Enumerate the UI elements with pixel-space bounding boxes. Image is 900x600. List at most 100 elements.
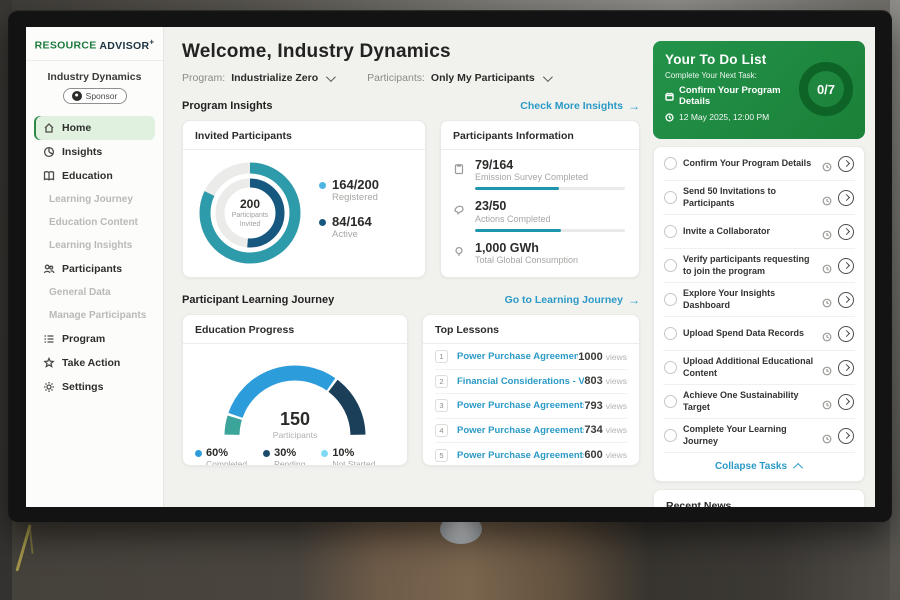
task-chevron-button[interactable] xyxy=(838,326,854,342)
task-checkbox[interactable] xyxy=(664,293,677,306)
legend-active: 84/164 Active xyxy=(319,215,379,240)
task-checkbox[interactable] xyxy=(664,429,677,442)
task-label: Complete Your Learning Journey xyxy=(683,424,816,447)
sponsor-label: Sponsor xyxy=(86,91,118,101)
task-label: Achieve One Sustainability Target xyxy=(683,390,816,413)
todo-task-row[interactable]: Confirm Your Program Details xyxy=(663,147,855,181)
todo-task-row[interactable]: Explore Your Insights Dashboard xyxy=(663,283,855,317)
collapse-tasks-link[interactable]: Collapse Tasks xyxy=(663,453,855,481)
task-label: Invite a Collaborator xyxy=(683,226,816,237)
sidebar-item-general-data[interactable]: General Data xyxy=(34,281,155,304)
legend-dot xyxy=(319,219,326,226)
task-chevron-button[interactable] xyxy=(838,258,854,274)
todo-panel: Your To Do List Complete Your Next Task:… xyxy=(653,27,875,507)
clock-icon xyxy=(665,113,674,122)
bulb-icon xyxy=(453,241,467,265)
task-clock-icon xyxy=(822,193,832,203)
rank-badge: 5 xyxy=(435,449,448,462)
sidebar-item-education[interactable]: Education xyxy=(34,164,155,188)
task-clock-icon xyxy=(822,261,832,271)
task-checkbox[interactable] xyxy=(664,157,677,170)
main-content: Welcome, Industry Dynamics Program: Indu… xyxy=(164,27,653,507)
sidebar-item-home[interactable]: Home xyxy=(34,116,155,140)
go-to-learning-journey-link[interactable]: Go to Learning Journey→ xyxy=(505,294,640,306)
legend-dot xyxy=(263,450,270,457)
sidebar-item-insights[interactable]: Insights xyxy=(34,140,155,164)
lesson-row[interactable]: 3 Power Purchase Agreements 101 793 view… xyxy=(435,394,627,419)
sidebar-item-manage-participants[interactable]: Manage Participants xyxy=(34,304,155,327)
card-title: Participants Information xyxy=(441,121,639,150)
check-more-insights-link[interactable]: Check More Insights→ xyxy=(520,100,640,112)
calendar-icon xyxy=(665,92,674,101)
rank-badge: 3 xyxy=(435,399,448,412)
todo-task-list: Confirm Your Program Details Send 50 Invi… xyxy=(653,146,865,482)
lesson-row[interactable]: 4 Power Purchase Agreements 102 734 view… xyxy=(435,419,627,444)
todo-task-row[interactable]: Send 50 Invitations to Participants xyxy=(663,181,855,215)
task-clock-icon xyxy=(822,159,832,169)
task-checkbox[interactable] xyxy=(664,395,677,408)
sidebar-item-participants[interactable]: Participants xyxy=(34,257,155,281)
program-dropdown[interactable]: Program: Industrialize Zero xyxy=(182,72,333,84)
sidebar-item-education-content[interactable]: Education Content xyxy=(34,211,155,234)
task-chevron-button[interactable] xyxy=(838,292,854,308)
task-chevron-button[interactable] xyxy=(838,428,854,444)
sidebar-item-program[interactable]: Program xyxy=(34,327,155,351)
card-title: Education Progress xyxy=(183,315,407,344)
gear-icon xyxy=(42,380,55,393)
todo-summary-card: Your To Do List Complete Your Next Task:… xyxy=(653,41,865,139)
task-chevron-button[interactable] xyxy=(838,156,854,172)
org-name: Industry Dynamics xyxy=(26,71,163,83)
legend-pending: 30% Pending xyxy=(263,447,305,466)
sidebar-item-learning-journey[interactable]: Learning Journey xyxy=(34,188,155,211)
legend-registered: 164/200 Registered xyxy=(319,178,379,203)
task-chevron-button[interactable] xyxy=(838,190,854,206)
todo-task-row[interactable]: Upload Spend Data Records xyxy=(663,317,855,351)
arrow-right-icon: → xyxy=(628,294,640,306)
book-icon xyxy=(42,169,55,182)
task-chevron-button[interactable] xyxy=(838,360,854,376)
task-label: Send 50 Invitations to Participants xyxy=(683,186,816,209)
todo-task-row[interactable]: Invite a Collaborator xyxy=(663,215,855,249)
task-clock-icon xyxy=(822,329,832,339)
todo-task-row[interactable]: Upload Additional Educational Content xyxy=(663,351,855,385)
hand-icon xyxy=(42,356,55,369)
stat-actions-completed: 23/50 Actions Completed xyxy=(453,199,625,231)
task-checkbox[interactable] xyxy=(664,361,677,374)
task-chevron-button[interactable] xyxy=(838,394,854,410)
sidebar: RESOURCE ADVISOR+ Industry Dynamics ● Sp… xyxy=(26,27,164,507)
task-checkbox[interactable] xyxy=(664,191,677,204)
todo-task-row[interactable]: Complete Your Learning Journey xyxy=(663,419,855,453)
rank-badge: 4 xyxy=(435,424,448,437)
sponsor-badge[interactable]: ● Sponsor xyxy=(63,88,127,104)
chevron-down-icon xyxy=(326,72,336,82)
insights-icon xyxy=(42,145,55,158)
rank-badge: 2 xyxy=(435,375,448,388)
task-label: Confirm Your Program Details xyxy=(683,158,816,169)
sidebar-item-learning-insights[interactable]: Learning Insights xyxy=(34,234,155,257)
recent-news-card: Recent News xyxy=(653,489,865,507)
lesson-row[interactable]: 5 Power Purchase Agreements 103 600 view… xyxy=(435,443,627,466)
lesson-row[interactable]: 1 Power Purchase Agreements 101 1000 vie… xyxy=(435,345,627,370)
lesson-row[interactable]: 2 Financial Considerations - VPPAs 803 v… xyxy=(435,370,627,395)
task-checkbox[interactable] xyxy=(664,259,677,272)
task-checkbox[interactable] xyxy=(664,327,677,340)
recent-news-title: Recent News xyxy=(666,500,852,507)
task-label: Verify participants requesting to join t… xyxy=(683,254,816,277)
home-icon xyxy=(42,121,55,134)
task-checkbox[interactable] xyxy=(664,225,677,238)
sidebar-item-take-action[interactable]: Take Action xyxy=(34,351,155,375)
todo-task-row[interactable]: Verify participants requesting to join t… xyxy=(663,249,855,283)
sidebar-item-settings[interactable]: Settings xyxy=(34,375,155,399)
task-chevron-button[interactable] xyxy=(838,224,854,240)
todo-task-row[interactable]: Achieve One Sustainability Target xyxy=(663,385,855,419)
gauge-legend: 60% Completed 30% Pending 10% Not Starte… xyxy=(183,440,407,466)
participants-information-card: Participants Information 79/164 Emission… xyxy=(440,120,640,278)
sidebar-nav: Home Insights Education Learning Journey… xyxy=(26,112,163,403)
logo-resource: RESOURCE xyxy=(35,40,97,52)
learning-journey-header: Participant Learning Journey Go to Learn… xyxy=(182,294,640,306)
filter-bar: Program: Industrialize Zero Participants… xyxy=(182,72,640,84)
participants-dropdown[interactable]: Participants: Only My Participants xyxy=(367,72,550,84)
task-clock-icon xyxy=(822,227,832,237)
legend-completed: 60% Completed xyxy=(195,447,247,466)
chevron-down-icon xyxy=(543,72,553,82)
